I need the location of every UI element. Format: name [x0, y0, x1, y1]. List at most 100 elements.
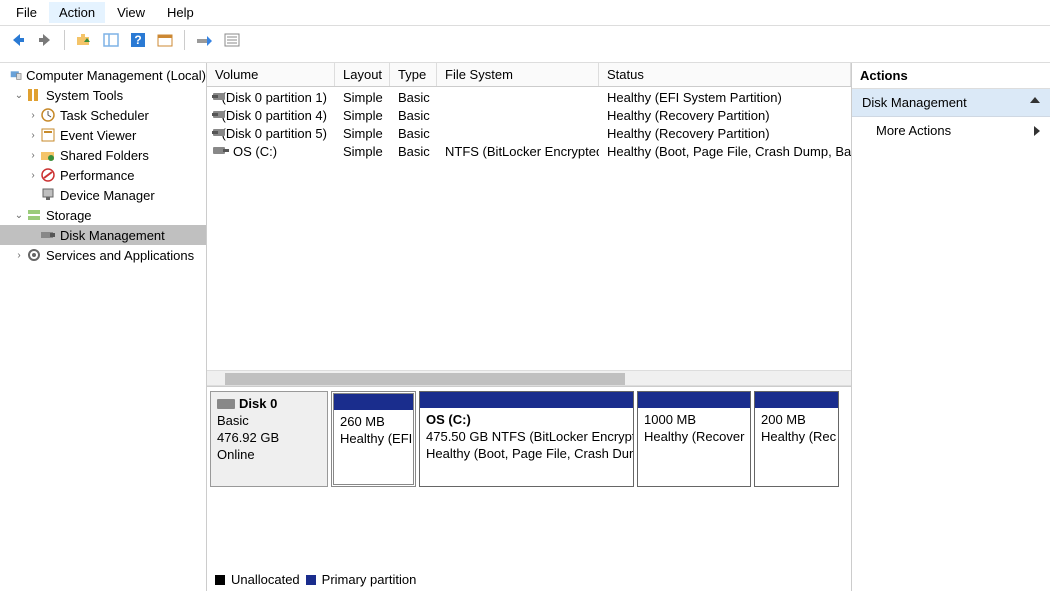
- volume-icon: [213, 128, 218, 138]
- tree-event-viewer[interactable]: › Event Viewer: [0, 125, 206, 145]
- help-button[interactable]: ?: [126, 29, 150, 51]
- col-fs[interactable]: File System: [437, 63, 599, 86]
- cell-layout: Simple: [335, 144, 390, 159]
- expander-icon[interactable]: ›: [26, 150, 40, 161]
- cell-status: Healthy (Boot, Page File, Crash Dump, Ba…: [599, 144, 851, 159]
- submenu-arrow-icon: [1034, 126, 1040, 136]
- actions-pane: Actions Disk Management More Actions: [852, 63, 1050, 591]
- tree-label: Task Scheduler: [60, 108, 149, 123]
- col-layout[interactable]: Layout: [335, 63, 390, 86]
- cell-type: Basic: [390, 144, 437, 159]
- calendar-icon: [157, 32, 173, 48]
- arrow-right-icon: [37, 32, 53, 48]
- cell-fs: NTFS (BitLocker Encrypted): [437, 144, 599, 159]
- tree-label: Device Manager: [60, 188, 155, 203]
- volume-table-body[interactable]: (Disk 0 partition 1)SimpleBasicHealthy (…: [207, 87, 851, 160]
- show-hide-console-button[interactable]: [99, 29, 123, 51]
- device-manager-icon: [40, 187, 56, 203]
- menu-file[interactable]: File: [6, 2, 47, 23]
- partition-status: Healthy (EFI S: [340, 431, 416, 446]
- tree-label: Performance: [60, 168, 134, 183]
- tree-label: Event Viewer: [60, 128, 136, 143]
- menu-action[interactable]: Action: [49, 2, 105, 23]
- disk-label-box[interactable]: Disk 0 Basic 476.92 GB Online: [210, 391, 328, 487]
- legend: Unallocated Primary partition: [215, 568, 416, 591]
- nav-forward-button[interactable]: [33, 29, 57, 51]
- tree-system-tools[interactable]: ⌄ System Tools: [0, 85, 206, 105]
- table-row[interactable]: (Disk 0 partition 1)SimpleBasicHealthy (…: [207, 88, 851, 106]
- expander-icon[interactable]: ⌄: [12, 210, 26, 221]
- refresh-button[interactable]: [192, 29, 216, 51]
- expander-icon[interactable]: ›: [26, 130, 40, 141]
- expander-icon[interactable]: ›: [12, 250, 26, 261]
- view-options-button[interactable]: [153, 29, 177, 51]
- cell-type: Basic: [390, 126, 437, 141]
- clock-icon: [40, 107, 56, 123]
- tree-shared-folders[interactable]: › Shared Folders: [0, 145, 206, 165]
- partition-stripe: [420, 392, 633, 408]
- partition-status: Healthy (Boot, Page File, Crash Dum: [426, 446, 634, 461]
- disk-diagram-panel: Disk 0 Basic 476.92 GB Online 260 MB Heal…: [207, 386, 851, 591]
- actions-more[interactable]: More Actions: [852, 117, 1050, 144]
- partition-size: 475.50 GB NTFS (BitLocker Encrypte: [426, 429, 634, 444]
- cell-layout: Simple: [335, 90, 390, 105]
- expander-icon[interactable]: ⌄: [12, 90, 26, 101]
- h-scrollbar[interactable]: [207, 370, 851, 386]
- col-volume[interactable]: Volume: [207, 63, 335, 86]
- tree-label: System Tools: [46, 88, 123, 103]
- tree-label: Services and Applications: [46, 248, 194, 263]
- nav-tree[interactable]: › Computer Management (Local) ⌄ System T…: [0, 63, 207, 591]
- volume-icon: [213, 110, 218, 120]
- performance-icon: [40, 167, 56, 183]
- settings-button[interactable]: [220, 29, 244, 51]
- center-panel: Volume Layout Type File System Status (D…: [207, 63, 852, 591]
- disk-size: 476.92 GB: [217, 430, 321, 447]
- menu-view[interactable]: View: [107, 2, 155, 23]
- table-row[interactable]: OS (C:) SimpleBasicNTFS (BitLocker Encryp…: [207, 142, 851, 160]
- toolbar: ?: [0, 26, 1050, 56]
- refresh-icon: [196, 32, 212, 48]
- tree-device-manager[interactable]: › Device Manager: [0, 185, 206, 205]
- cell-status: Healthy (Recovery Partition): [599, 108, 851, 123]
- expander-icon[interactable]: ›: [26, 170, 40, 181]
- cell-volume: (Disk 0 partition 1): [222, 90, 327, 105]
- tree-disk-management[interactable]: › Disk Management: [0, 225, 206, 245]
- tree-performance[interactable]: › Performance: [0, 165, 206, 185]
- partition-title: OS (C:): [426, 412, 471, 427]
- tree-root-computer-management[interactable]: › Computer Management (Local): [0, 65, 206, 85]
- partition-stripe: [755, 392, 838, 408]
- tree-label: Storage: [46, 208, 92, 223]
- storage-icon: [26, 207, 42, 223]
- col-type[interactable]: Type: [390, 63, 437, 86]
- cell-volume: OS (C:): [233, 144, 277, 159]
- menu-help[interactable]: Help: [157, 2, 204, 23]
- col-status[interactable]: Status: [599, 63, 851, 86]
- partition-box[interactable]: 260 MB Healthy (EFI S: [331, 391, 416, 487]
- table-row[interactable]: (Disk 0 partition 5)SimpleBasicHealthy (…: [207, 124, 851, 142]
- partition-box[interactable]: 1000 MBHealthy (Recover: [637, 391, 751, 487]
- tree-services-apps[interactable]: › Services and Applications: [0, 245, 206, 265]
- expander-icon[interactable]: ›: [26, 110, 40, 121]
- tree-task-scheduler[interactable]: › Task Scheduler: [0, 105, 206, 125]
- actions-context[interactable]: Disk Management: [852, 89, 1050, 117]
- panes-icon: [103, 32, 119, 48]
- system-tools-icon: [26, 87, 42, 103]
- tree-label: Disk Management: [60, 228, 165, 243]
- disk-name: Disk 0: [239, 396, 277, 413]
- partition-box[interactable]: 200 MBHealthy (Rec: [754, 391, 839, 487]
- tree-storage[interactable]: ⌄ Storage: [0, 205, 206, 225]
- nav-back-button[interactable]: [6, 29, 30, 51]
- table-row[interactable]: (Disk 0 partition 4)SimpleBasicHealthy (…: [207, 106, 851, 124]
- actions-header: Actions: [852, 63, 1050, 89]
- partition-strip: 260 MB Healthy (EFI S OS (C:) 475.50 GB NTF…: [331, 391, 848, 487]
- scrollbar-thumb[interactable]: [225, 373, 625, 385]
- partition-size: 260 MB: [340, 414, 385, 429]
- partition-box[interactable]: OS (C:) 475.50 GB NTFS (BitLocker Encrypt…: [419, 391, 634, 487]
- up-folder-button[interactable]: [72, 29, 96, 51]
- cell-layout: Simple: [335, 126, 390, 141]
- help-icon: ?: [130, 32, 146, 48]
- arrow-left-icon: [10, 32, 26, 48]
- legend-unallocated: Unallocated: [231, 572, 300, 587]
- shared-folders-icon: [40, 147, 56, 163]
- disk-icon: [217, 399, 235, 409]
